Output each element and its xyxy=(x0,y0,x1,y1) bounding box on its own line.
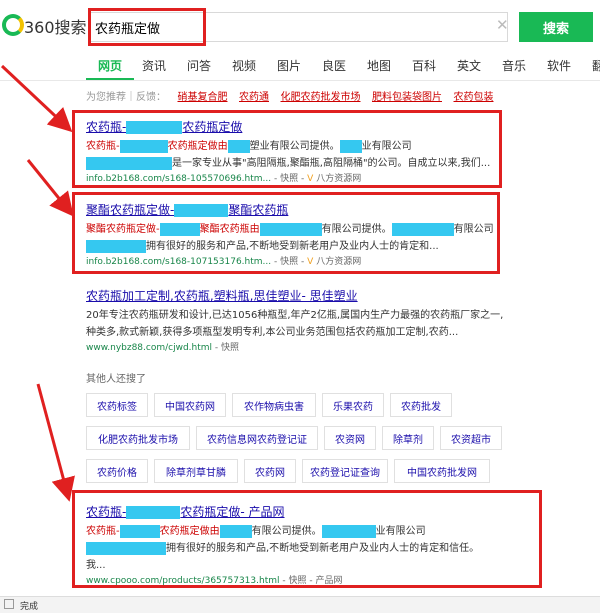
annotation-arrow xyxy=(0,64,73,133)
annotation-arrows xyxy=(0,64,75,502)
annotation-arrow xyxy=(36,383,75,502)
annotation-arrow xyxy=(26,159,74,217)
status-bar xyxy=(0,596,600,613)
page-icon xyxy=(4,599,14,609)
status-text: 完成 xyxy=(20,602,39,612)
